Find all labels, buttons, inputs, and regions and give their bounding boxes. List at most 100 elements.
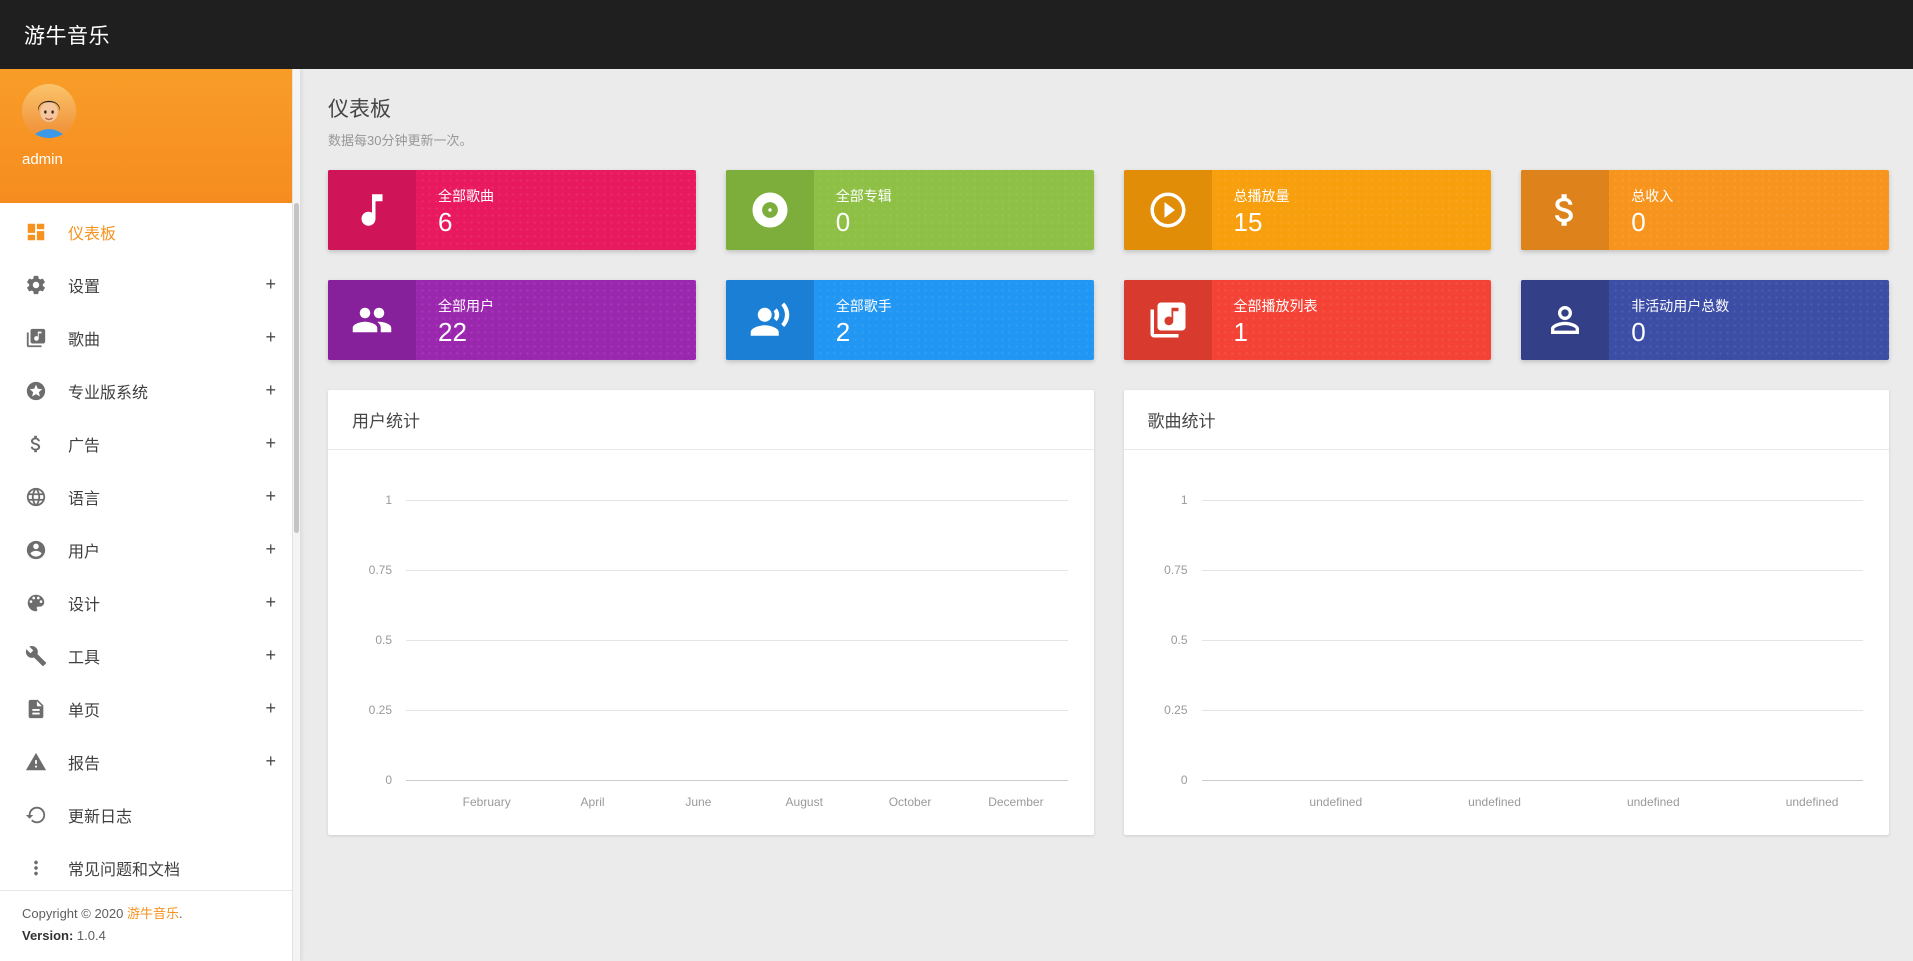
sidebar-item-pro-system[interactable]: 专业版系统 +	[0, 364, 300, 417]
x-axis-label: undefined	[1468, 795, 1521, 809]
sidebar-item-reports[interactable]: 报告 +	[0, 735, 300, 788]
stat-label: 全部专辑	[836, 186, 892, 206]
sidebar-scrollbar-thumb[interactable]	[294, 203, 299, 533]
sidebar-item-label: 常见问题和文档	[68, 856, 276, 880]
star-circle-icon	[24, 379, 48, 403]
music-note-icon	[328, 170, 416, 250]
sidebar: admin 仪表板 设置 + 歌曲 + 专业版系统 + 广告 +	[0, 69, 300, 961]
x-axis-label: undefined	[1786, 795, 1839, 809]
user-panel: admin	[0, 69, 300, 203]
stat-label: 非活动用户总数	[1631, 296, 1729, 316]
expand-plus-icon[interactable]: +	[265, 645, 276, 666]
album-disc-icon	[726, 170, 814, 250]
sidebar-item-changelog[interactable]: 更新日志	[0, 788, 300, 841]
stat-value: 2	[836, 319, 892, 345]
sidebar-item-settings[interactable]: 设置 +	[0, 258, 300, 311]
music-library-icon	[24, 326, 48, 350]
y-tick: 0.25	[369, 703, 392, 717]
x-axis-label: undefined	[1627, 795, 1680, 809]
x-axis-label: June	[685, 795, 711, 809]
sidebar-item-dashboard[interactable]: 仪表板	[0, 205, 300, 258]
expand-plus-icon[interactable]: +	[265, 433, 276, 454]
expand-plus-icon[interactable]: +	[265, 539, 276, 560]
x-axis-label: April	[581, 795, 605, 809]
stat-card-body: 非活动用户总数 0	[1609, 280, 1729, 360]
x-axis-label: December	[988, 795, 1043, 809]
sidebar-item-label: 专业版系统	[68, 379, 265, 403]
stat-value: 22	[438, 319, 494, 345]
sidebar-footer: Copyright © 2020 游牛音乐. Version: 1.0.4	[0, 890, 292, 961]
dashboard-icon	[24, 220, 48, 244]
copyright-text: Copyright © 2020	[22, 906, 127, 921]
stat-value: 0	[1631, 319, 1729, 345]
sidebar-scrollbar[interactable]	[292, 69, 300, 961]
avatar[interactable]	[22, 84, 76, 138]
sidebar-item-users[interactable]: 用户 +	[0, 523, 300, 576]
stat-card-body: 全部歌手 2	[814, 280, 892, 360]
stat-card-total-songs[interactable]: 全部歌曲 6	[328, 170, 696, 250]
expand-plus-icon[interactable]: +	[265, 380, 276, 401]
sidebar-item-design[interactable]: 设计 +	[0, 576, 300, 629]
app-title: 游牛音乐	[24, 20, 110, 50]
stat-label: 全部播放列表	[1234, 296, 1318, 316]
sidebar-item-label: 用户	[68, 538, 265, 562]
stat-card-total-income[interactable]: 总收入 0	[1521, 170, 1889, 250]
gear-icon	[24, 273, 48, 297]
version-line: Version: 1.0.4	[22, 925, 270, 947]
stat-card-body: 全部专辑 0	[814, 170, 892, 250]
sidebar-item-label: 语言	[68, 485, 265, 509]
stat-card-total-plays[interactable]: 总播放量 15	[1124, 170, 1492, 250]
globe-icon	[24, 485, 48, 509]
stat-card-total-singers[interactable]: 全部歌手 2	[726, 280, 1094, 360]
stat-label: 总收入	[1631, 186, 1673, 206]
sidebar-item-label: 更新日志	[68, 803, 276, 827]
expand-plus-icon[interactable]: +	[265, 327, 276, 348]
sidebar-item-faq-docs[interactable]: 常见问题和文档	[0, 841, 300, 894]
dollar-icon	[1521, 170, 1609, 250]
user-stats-chart-card: 用户统计 1 0.75 0.5 0.25 0 February April Ju…	[328, 390, 1094, 835]
y-tick: 0.75	[1164, 563, 1187, 577]
page-title: 仪表板	[328, 93, 1889, 123]
sidebar-item-ads[interactable]: 广告 +	[0, 417, 300, 470]
song-stats-plot: 1 0.75 0.5 0.25 0 undefined undefined un…	[1202, 500, 1864, 781]
sidebar-menu: 仪表板 设置 + 歌曲 + 专业版系统 + 广告 + 语言 +	[0, 203, 300, 894]
playlist-icon	[1124, 280, 1212, 360]
stat-label: 全部歌曲	[438, 186, 494, 206]
stat-card-total-albums[interactable]: 全部专辑 0	[726, 170, 1094, 250]
stat-value: 15	[1234, 209, 1290, 235]
sidebar-item-language[interactable]: 语言 +	[0, 470, 300, 523]
y-tick: 0	[385, 773, 392, 787]
sidebar-item-label: 歌曲	[68, 326, 265, 350]
expand-plus-icon[interactable]: +	[265, 698, 276, 719]
more-vert-icon	[24, 856, 48, 880]
stat-cards-grid: 全部歌曲 6 全部专辑 0 总播放量 15 总收入 0	[328, 170, 1889, 360]
y-tick: 1	[1181, 493, 1188, 507]
sidebar-item-label: 广告	[68, 432, 265, 456]
stat-label: 总播放量	[1234, 186, 1290, 206]
sidebar-item-songs[interactable]: 歌曲 +	[0, 311, 300, 364]
chart-title: 用户统计	[328, 390, 1094, 450]
x-axis-label: undefined	[1309, 795, 1362, 809]
expand-plus-icon[interactable]: +	[265, 486, 276, 507]
x-axis-label: August	[786, 795, 823, 809]
stat-card-total-playlists[interactable]: 全部播放列表 1	[1124, 280, 1492, 360]
expand-plus-icon[interactable]: +	[265, 274, 276, 295]
expand-plus-icon[interactable]: +	[265, 751, 276, 772]
x-axis-label: February	[463, 795, 511, 809]
charts-row: 用户统计 1 0.75 0.5 0.25 0 February April Ju…	[328, 390, 1889, 835]
stat-value: 6	[438, 209, 494, 235]
y-tick: 0.5	[375, 633, 392, 647]
palette-icon	[24, 591, 48, 615]
top-navbar: 游牛音乐	[0, 0, 1913, 69]
brand-link[interactable]: 游牛音乐	[127, 906, 179, 921]
stat-card-total-users[interactable]: 全部用户 22	[328, 280, 696, 360]
sidebar-item-pages[interactable]: 单页 +	[0, 682, 300, 735]
sidebar-item-label: 设计	[68, 591, 265, 615]
stat-card-inactive-users[interactable]: 非活动用户总数 0	[1521, 280, 1889, 360]
singer-voice-icon	[726, 280, 814, 360]
wrench-icon	[24, 644, 48, 668]
sidebar-item-tools[interactable]: 工具 +	[0, 629, 300, 682]
stat-card-body: 全部用户 22	[416, 280, 494, 360]
expand-plus-icon[interactable]: +	[265, 592, 276, 613]
sidebar-item-label: 报告	[68, 750, 265, 774]
